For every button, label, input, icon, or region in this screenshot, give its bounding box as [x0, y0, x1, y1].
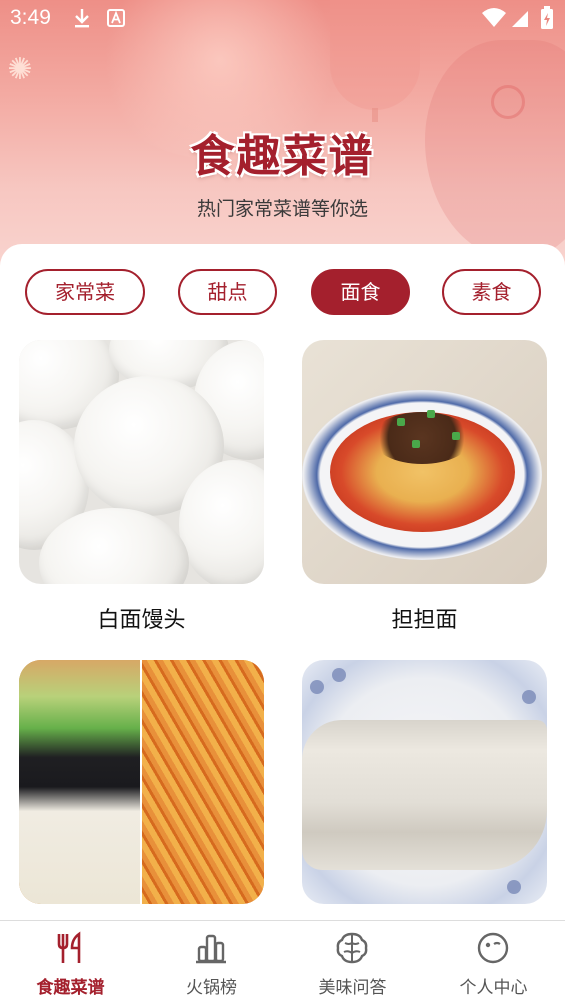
- plate-pattern-decor: [522, 690, 536, 704]
- recipe-card[interactable]: 担担面: [302, 340, 547, 634]
- tab-home-cooking[interactable]: 家常菜: [25, 269, 145, 315]
- status-bar: 3:49: [0, 0, 565, 38]
- plate-pattern-decor: [310, 680, 324, 694]
- category-tabs: 家常菜 甜点 面食 素食: [0, 269, 565, 315]
- recipe-name: 担担面: [391, 608, 458, 633]
- nav-qa[interactable]: 美味问答: [282, 921, 423, 1005]
- nav-label: 火锅榜: [186, 978, 237, 998]
- cold-noodles-image[interactable]: [19, 660, 264, 904]
- nav-hotpot-rank[interactable]: 火锅榜: [141, 921, 282, 1005]
- app-subtitle: 热门家常菜谱等你选: [196, 198, 368, 220]
- tab-vegetarian[interactable]: 素食: [442, 269, 541, 315]
- status-time: 3:49: [10, 6, 51, 29]
- app-title: 食趣菜谱: [190, 131, 375, 182]
- signal-icon: [512, 11, 528, 27]
- a-letter-icon: [107, 9, 125, 27]
- fork-knife-icon: [57, 931, 81, 963]
- nav-label: 食趣菜谱: [36, 978, 105, 998]
- plate-pattern-decor: [507, 880, 521, 894]
- nav-profile[interactable]: 个人中心: [423, 921, 564, 1005]
- recipe-card[interactable]: [19, 660, 264, 904]
- bar-chart-icon: [196, 934, 226, 964]
- brain-icon: [336, 932, 368, 964]
- recipe-name: 白面馒头: [97, 608, 186, 633]
- nav-label: 美味问答: [318, 978, 387, 998]
- nav-label: 个人中心: [459, 978, 528, 998]
- tab-noodles[interactable]: 面食: [311, 269, 410, 315]
- scallion-decor: [452, 432, 460, 440]
- noodle-decor: [142, 660, 264, 904]
- scallion-decor: [412, 440, 420, 448]
- rolled-crepe-image[interactable]: [302, 660, 547, 904]
- plate-pattern-decor: [332, 668, 346, 682]
- noodle-decor: [19, 660, 140, 904]
- dragon-eye-decor: [491, 85, 525, 119]
- tab-dessert[interactable]: 甜点: [178, 269, 277, 315]
- firework-decor: ✺: [7, 52, 33, 87]
- recipe-card[interactable]: [302, 660, 547, 904]
- scallion-decor: [427, 410, 435, 418]
- battery-icon: [541, 6, 553, 29]
- scallion-decor: [397, 418, 405, 426]
- steamed-buns-image[interactable]: [19, 340, 264, 584]
- nav-recipes[interactable]: 食趣菜谱: [0, 921, 141, 1005]
- crepe-decor: [302, 720, 547, 870]
- wifi-icon: [482, 8, 506, 27]
- dandan-noodles-image[interactable]: [302, 340, 547, 584]
- bottom-nav: 食趣菜谱 火锅榜 美味问答 个人中心: [0, 920, 565, 1005]
- download-icon: [75, 9, 89, 28]
- smiley-icon: [477, 932, 509, 964]
- recipe-card[interactable]: 白面馒头: [19, 340, 264, 634]
- recipe-panel: 家常菜 甜点 面食 素食 白面馒头 担担面: [0, 244, 565, 920]
